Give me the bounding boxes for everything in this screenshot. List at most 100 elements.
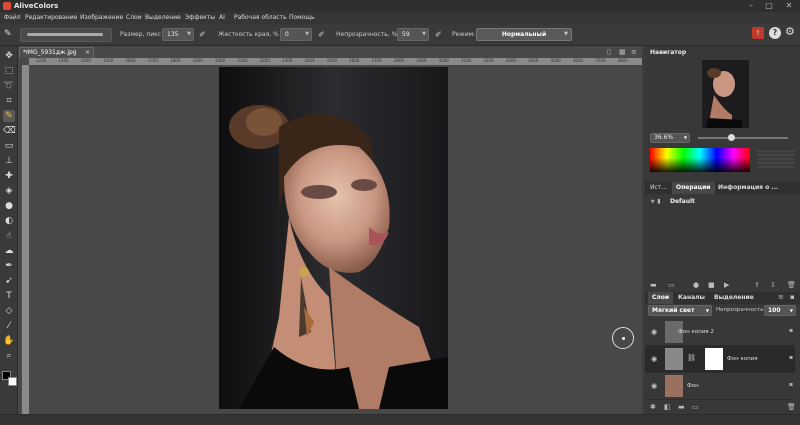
navigator-preview-image (702, 60, 749, 128)
pressure-size-icon[interactable]: ✐ (199, 30, 206, 39)
notification-icon[interactable]: ! (752, 27, 764, 39)
ops-export-icon[interactable]: ⇩ (770, 281, 776, 290)
layer-mask-thumbnail[interactable] (705, 348, 723, 370)
zoom-value: 36.6% (654, 134, 674, 141)
ops-delete-icon[interactable]: 🗑 (787, 281, 796, 290)
selection-tool-icon[interactable]: ⬚ (3, 65, 15, 77)
navigator-thumbnail[interactable] (702, 60, 749, 128)
pressure-hardness-icon[interactable]: ✐ (318, 30, 325, 39)
tab-selection[interactable]: Выделение (714, 293, 754, 303)
tab-info[interactable]: Информация о ... (718, 183, 778, 193)
ops-new-icon[interactable]: ▭ (668, 281, 675, 290)
gradient-tool-icon[interactable]: ▭ (3, 140, 15, 152)
stamp-tool-icon[interactable]: ⊥ (3, 155, 15, 167)
smudge-tool-icon[interactable]: ☝ (3, 230, 15, 242)
document-tab[interactable]: *IMG_5931дж.jpg ✕ (19, 47, 94, 58)
color-swatches[interactable] (757, 150, 795, 170)
eyedropper-tool-icon[interactable]: ⁄ (3, 320, 15, 332)
brush-preset-picker[interactable] (20, 28, 112, 42)
menu-help[interactable]: Помощь (289, 14, 315, 22)
layer-folder-icon[interactable]: ▬ (678, 403, 685, 412)
layers-lock-icon[interactable]: ▪ (790, 293, 795, 302)
layer-lock-icon[interactable]: ▪ (789, 354, 793, 361)
ops-play-icon[interactable]: ▶ (724, 281, 729, 290)
eraser-tool-icon[interactable]: ⌫ (3, 125, 16, 137)
settings-gear-icon[interactable]: ⚙ (785, 26, 795, 38)
layer-new-icon[interactable]: ▭ (692, 403, 699, 412)
operation-item-default[interactable]: Default (670, 198, 695, 205)
tab-channels[interactable]: Каналы (678, 293, 705, 303)
tab-layers[interactable]: Слои (648, 292, 674, 304)
menu-effects[interactable]: Эффекты (185, 14, 215, 22)
document-menu-icon[interactable]: ≡ (631, 48, 637, 56)
document-page-icon[interactable]: ▯ (607, 48, 611, 56)
healing-tool-icon[interactable]: ✚ (3, 170, 15, 182)
size-input[interactable]: 135 ▼ (162, 28, 194, 41)
ops-folder-icon[interactable]: ▬ (650, 281, 657, 290)
color-spectrum[interactable] (650, 148, 750, 172)
text-tool-icon[interactable]: T (3, 290, 15, 302)
tab-history[interactable]: Ист... (650, 183, 667, 193)
menu-selection[interactable]: Выделение (145, 14, 181, 22)
background-color-swatch[interactable] (8, 377, 17, 386)
ops-record-icon[interactable]: ● (693, 281, 699, 290)
brush-tool-active-icon[interactable]: ✎ (3, 110, 15, 122)
zoom-slider-handle[interactable] (728, 134, 735, 141)
crop-tool-icon[interactable]: ⌗ (3, 95, 15, 107)
blend-mode-select[interactable]: Мягкий свет ▼ (648, 305, 712, 316)
ruler-tick-label: 3100 (461, 58, 472, 63)
menu-layers[interactable]: Слои (126, 14, 142, 22)
menu-ai[interactable]: AI (219, 14, 225, 22)
blur-tool-icon[interactable]: ● (3, 200, 15, 212)
fill-tool-icon[interactable]: ◈ (3, 185, 15, 197)
menu-edit[interactable]: Редактирование (25, 14, 77, 22)
minimize-button[interactable]: – (744, 0, 758, 12)
layer-opacity-input[interactable]: 100 ▼ (764, 305, 796, 316)
ops-stop-icon[interactable]: ■ (708, 281, 715, 290)
mode-select[interactable]: Нормальный ▼ (476, 28, 572, 41)
layer-thumbnail (665, 348, 683, 370)
pressure-opacity-icon[interactable]: ✐ (435, 30, 442, 39)
ops-import-icon[interactable]: ⇪ (754, 281, 760, 290)
pen-tool-icon[interactable]: ✒ (3, 260, 15, 272)
zoom-slider-track[interactable] (698, 137, 788, 139)
layer-delete-icon[interactable]: 🗑 (787, 403, 796, 412)
document-grid-icon[interactable]: ▦ (619, 48, 626, 56)
maximize-button[interactable]: □ (762, 0, 776, 12)
tab-operations[interactable]: Операции (672, 182, 715, 194)
move-tool-icon[interactable]: ✥ (3, 50, 15, 62)
layer-row[interactable]: ◉ Фон ▪ (645, 373, 795, 400)
hand-tool-icon[interactable]: ✋ (3, 335, 15, 347)
ruler-tick-label: 2900 (416, 58, 427, 63)
hardness-input[interactable]: 0 ▼ (280, 28, 312, 41)
visibility-eye-icon[interactable]: ◉ (651, 355, 657, 363)
canvas-photo[interactable] (219, 67, 448, 409)
help-icon[interactable]: ? (769, 27, 781, 39)
layer-lock-icon[interactable]: ▪ (789, 381, 793, 388)
ruler-tick-label: 1800 (170, 58, 181, 63)
path-tool-icon[interactable]: ➹ (3, 275, 15, 287)
layers-menu-icon[interactable]: ≡ (778, 293, 784, 302)
zoom-input[interactable]: 36.6% ▼ (650, 133, 690, 143)
shape-tool-icon[interactable]: ◇ (3, 305, 15, 317)
layer-fx-icon[interactable]: ✱ (650, 403, 656, 412)
close-button[interactable]: ✕ (782, 0, 796, 12)
menu-image[interactable]: Изображение (80, 14, 123, 22)
layer-lock-icon[interactable]: ▪ (789, 327, 793, 334)
size-label: Размер, пикс (120, 31, 162, 38)
mask-link-icon[interactable]: ⛓ (687, 354, 696, 362)
menu-file[interactable]: Файл (4, 14, 21, 22)
sponge-tool-icon[interactable]: ☁ (3, 245, 15, 257)
visibility-eye-icon[interactable]: ◉ (651, 328, 657, 336)
layer-row[interactable]: ◉ Фон копия 2 ▪ (645, 319, 795, 346)
menu-workspace[interactable]: Рабочая область (234, 14, 287, 22)
dodge-tool-icon[interactable]: ◐ (3, 215, 15, 227)
ruler-tick-label: 1900 (192, 58, 203, 63)
ruler-tick-label: 3500 (550, 58, 561, 63)
layer-row-selected[interactable]: ◉ ⛓ Фон копия ▪ (645, 346, 795, 373)
visibility-eye-icon[interactable]: ◉ (651, 382, 657, 390)
opacity-input[interactable]: 59 ▼ (397, 28, 429, 41)
layer-mask-icon[interactable]: ◧ (664, 403, 671, 412)
lasso-tool-icon[interactable]: ➰ (3, 80, 15, 92)
zoom-tool-icon[interactable]: ⌕ (3, 350, 15, 362)
